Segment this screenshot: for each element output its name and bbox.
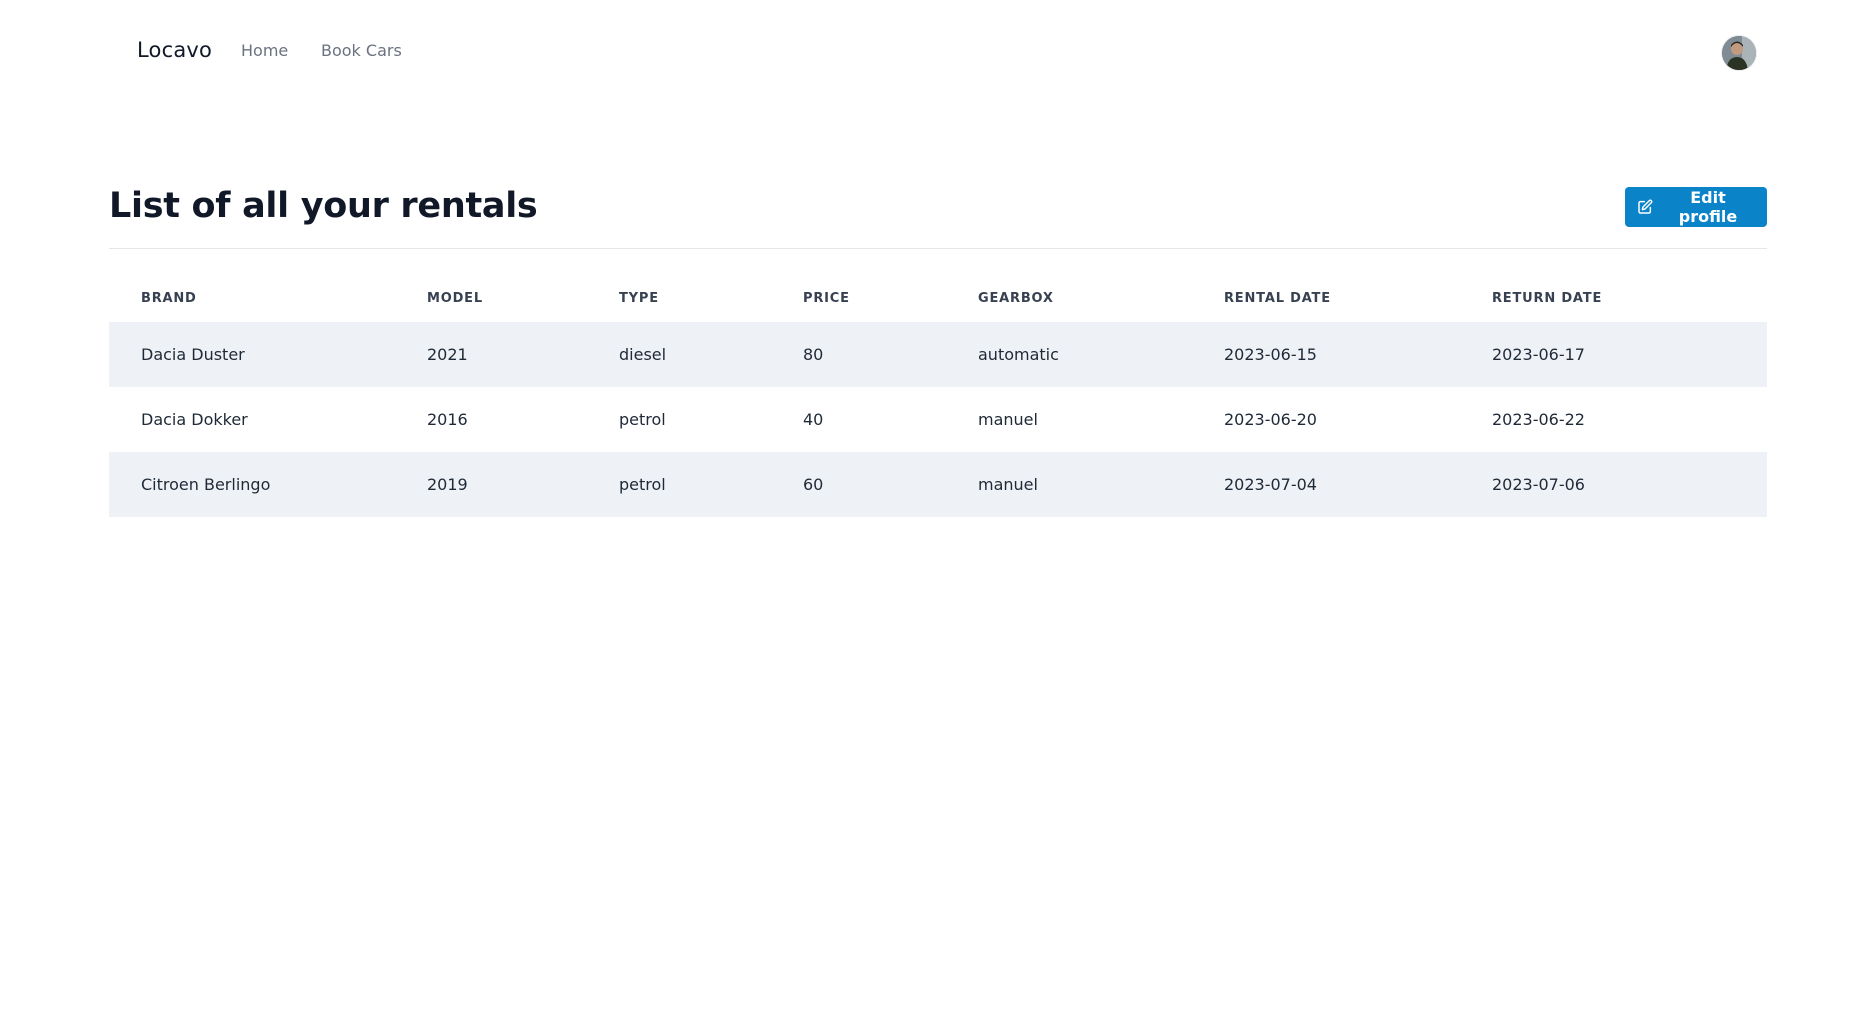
column-header-rental-date: RENTAL DATE xyxy=(1224,291,1331,306)
nav-link-home[interactable]: Home xyxy=(241,41,288,60)
user-avatar-photo-icon xyxy=(1722,36,1756,70)
cell-model: 2019 xyxy=(427,475,468,494)
cell-return-date: 2023-06-17 xyxy=(1492,345,1585,364)
cell-price: 40 xyxy=(803,410,824,429)
cell-type: petrol xyxy=(619,410,666,429)
page-title: List of all your rentals xyxy=(109,186,538,226)
table-row: Dacia Dokker 2016 petrol 40 manuel 2023-… xyxy=(109,387,1767,452)
cell-gearbox: automatic xyxy=(978,345,1059,364)
cell-brand: Citroen Berlingo xyxy=(141,475,271,494)
cell-gearbox: manuel xyxy=(978,410,1038,429)
cell-brand: Dacia Duster xyxy=(141,345,245,364)
cell-model: 2016 xyxy=(427,410,468,429)
cell-brand: Dacia Dokker xyxy=(141,410,248,429)
column-header-return-date: RETURN DATE xyxy=(1492,291,1603,306)
cell-type: petrol xyxy=(619,475,666,494)
top-navbar: Locavo Home Book Cars xyxy=(0,0,1865,104)
cell-rental-date: 2023-06-20 xyxy=(1224,410,1317,429)
edit-square-icon xyxy=(1637,199,1653,215)
edit-profile-button[interactable]: Edit profile xyxy=(1625,187,1767,227)
nav-link-book-cars[interactable]: Book Cars xyxy=(321,41,402,60)
column-header-brand: BRAND xyxy=(141,291,197,306)
column-header-model: MODEL xyxy=(427,291,483,306)
table-row: Citroen Berlingo 2019 petrol 60 manuel 2… xyxy=(109,452,1767,517)
table-header-row: BRAND MODEL TYPE PRICE GEARBOX RENTAL DA… xyxy=(109,275,1767,322)
cell-gearbox: manuel xyxy=(978,475,1038,494)
table-row: Dacia Duster 2021 diesel 80 automatic 20… xyxy=(109,322,1767,387)
user-avatar[interactable] xyxy=(1722,36,1756,70)
cell-price: 80 xyxy=(803,345,824,364)
column-header-gearbox: GEARBOX xyxy=(978,291,1054,306)
cell-model: 2021 xyxy=(427,345,468,364)
edit-profile-label: Edit profile xyxy=(1678,188,1738,226)
cell-return-date: 2023-06-22 xyxy=(1492,410,1585,429)
cell-return-date: 2023-07-06 xyxy=(1492,475,1585,494)
cell-type: diesel xyxy=(619,345,667,364)
column-header-type: TYPE xyxy=(619,291,659,306)
cell-rental-date: 2023-06-15 xyxy=(1224,345,1317,364)
rentals-table: BRAND MODEL TYPE PRICE GEARBOX RENTAL DA… xyxy=(109,275,1767,517)
cell-price: 60 xyxy=(803,475,824,494)
brand-logo-link[interactable]: Locavo xyxy=(137,38,212,62)
header-divider xyxy=(109,248,1767,249)
cell-rental-date: 2023-07-04 xyxy=(1224,475,1317,494)
column-header-price: PRICE xyxy=(803,291,850,306)
